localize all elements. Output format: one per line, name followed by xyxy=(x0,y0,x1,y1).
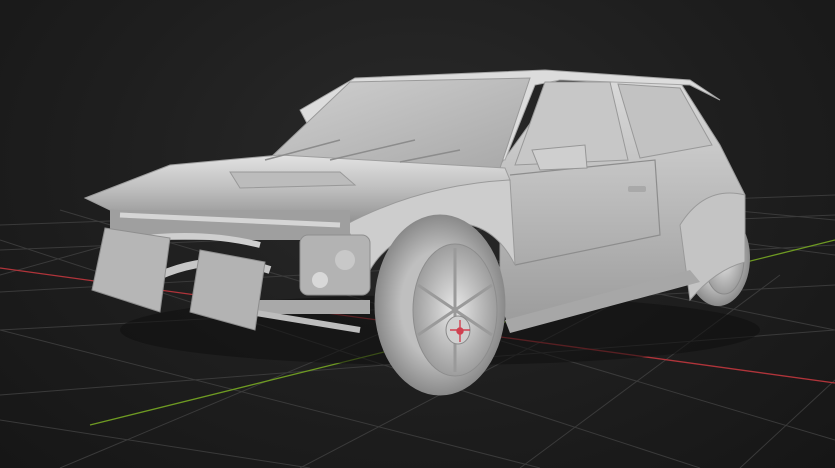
windshield xyxy=(268,77,531,169)
hood-vent xyxy=(229,171,357,189)
side-mirror xyxy=(531,144,588,171)
3d-viewport[interactable] xyxy=(0,0,835,468)
viewport-canvas[interactable] xyxy=(0,0,835,468)
door-handle xyxy=(628,186,646,192)
left-intercooler xyxy=(91,227,171,313)
